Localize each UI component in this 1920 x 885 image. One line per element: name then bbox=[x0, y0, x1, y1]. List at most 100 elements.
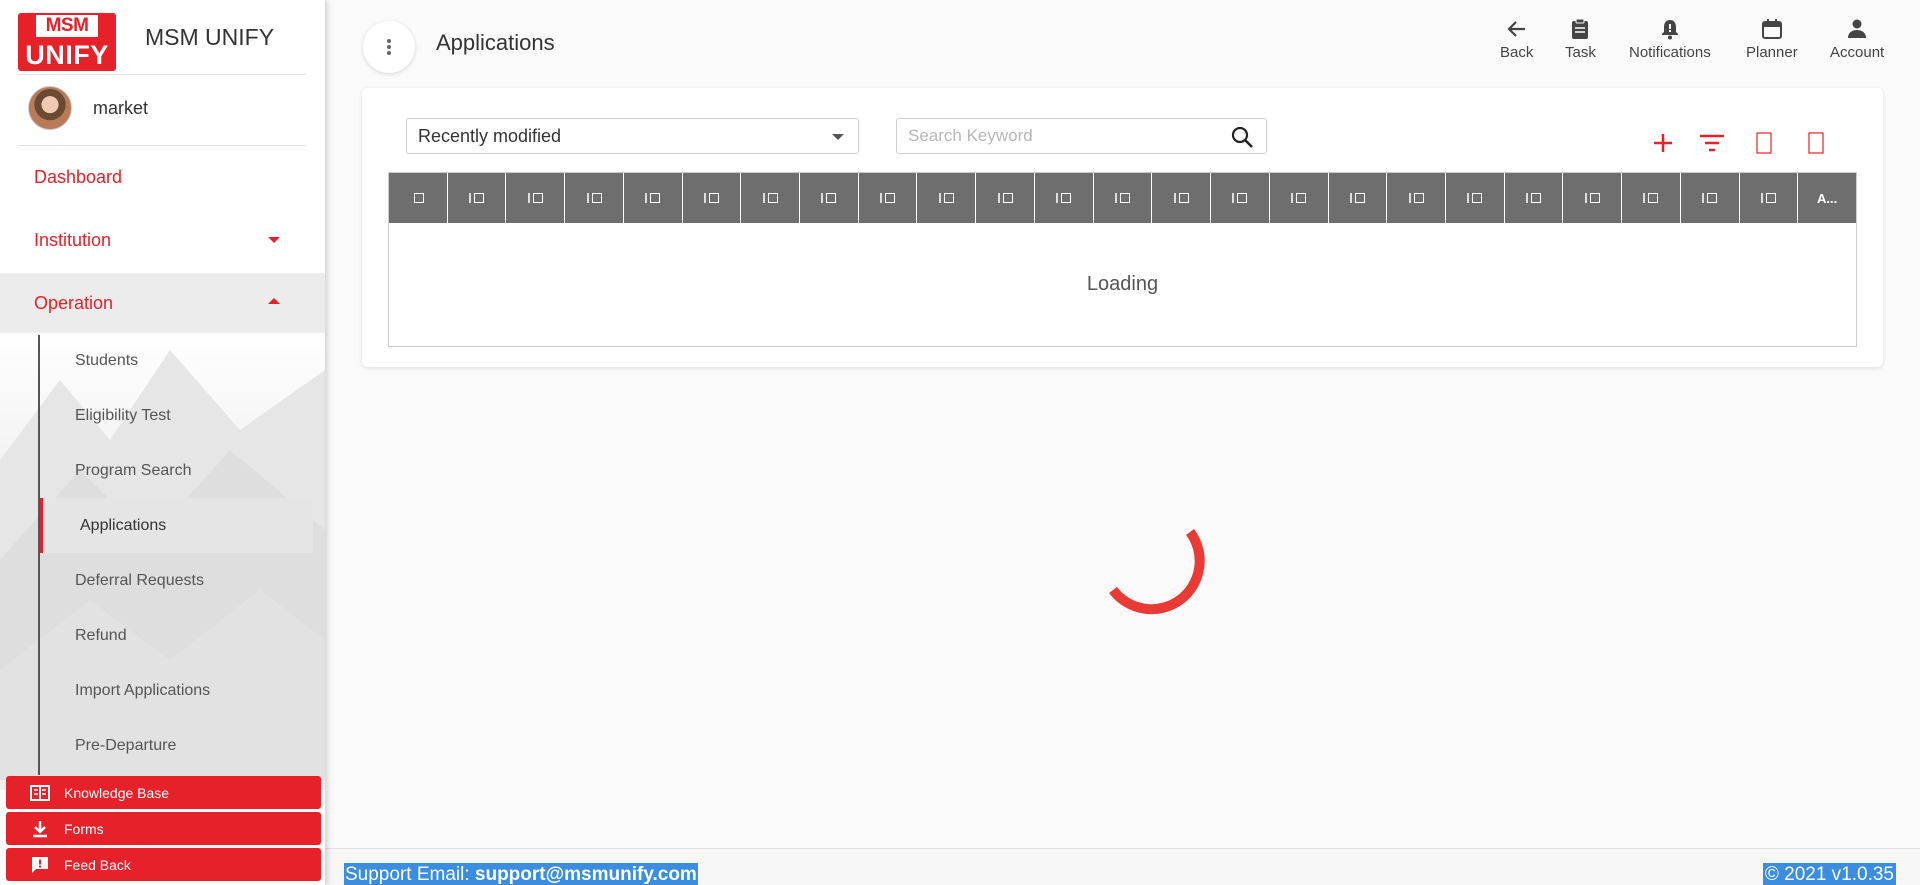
user-profile[interactable]: market bbox=[28, 86, 148, 130]
column-resize-handle[interactable] bbox=[938, 193, 941, 203]
grid-column-header[interactable] bbox=[683, 173, 742, 223]
sidebar-item-deferral-requests[interactable]: Deferral Requests bbox=[40, 553, 313, 608]
notifications-button[interactable]: Notifications bbox=[1629, 18, 1711, 61]
grid-column-header[interactable] bbox=[1622, 173, 1681, 223]
nav-item-institution[interactable]: Institution bbox=[0, 210, 325, 270]
search-input[interactable] bbox=[897, 119, 1217, 153]
sidebar-item-program-search[interactable]: Program Search bbox=[40, 443, 313, 498]
column-resize-handle[interactable] bbox=[821, 193, 824, 203]
grid-column-header[interactable] bbox=[1270, 173, 1329, 223]
column-resize-handle[interactable] bbox=[586, 193, 589, 203]
grid-column-header[interactable]: A... bbox=[1798, 173, 1856, 223]
grid-column-header[interactable] bbox=[800, 173, 859, 223]
grid-column-header[interactable] bbox=[565, 173, 624, 223]
column-resize-handle[interactable] bbox=[1056, 193, 1059, 203]
nav-item-dashboard[interactable]: Dashboard bbox=[0, 147, 325, 207]
task-button[interactable]: Task bbox=[1565, 18, 1596, 61]
more-menu-button[interactable] bbox=[363, 21, 415, 73]
sidebar-item-eligibility-test[interactable]: Eligibility Test bbox=[40, 388, 313, 443]
print-icon[interactable] bbox=[1808, 132, 1824, 154]
sidebar-item-import-applications[interactable]: Import Applications bbox=[40, 663, 313, 718]
planner-label: Planner bbox=[1746, 44, 1798, 61]
grid-column-header[interactable] bbox=[1446, 173, 1505, 223]
brand-logo[interactable]: MSM UNIFY bbox=[18, 12, 116, 72]
grid-header: A... bbox=[389, 173, 1856, 223]
person-icon bbox=[1848, 19, 1867, 38]
column-checkbox-icon bbox=[943, 193, 954, 203]
feedback-icon bbox=[30, 855, 50, 875]
sidebar-item-label: Eligibility Test bbox=[75, 406, 171, 424]
grid-column-header[interactable] bbox=[1152, 173, 1212, 223]
back-button[interactable]: Back bbox=[1500, 18, 1533, 61]
column-checkbox-icon bbox=[708, 193, 719, 203]
logo-text-top: MSM bbox=[36, 15, 98, 37]
column-resize-handle[interactable] bbox=[1173, 193, 1176, 203]
column-resize-handle[interactable] bbox=[997, 193, 1000, 203]
loading-text: Loading bbox=[1086, 273, 1159, 295]
support-email-link[interactable]: support@msmunify.com bbox=[475, 864, 697, 885]
support-label: Support Email: bbox=[345, 864, 470, 885]
filter-icon[interactable] bbox=[1699, 132, 1725, 154]
grid-column-header[interactable] bbox=[1505, 173, 1564, 223]
column-resize-handle[interactable] bbox=[469, 193, 472, 203]
column-resize-handle[interactable] bbox=[1232, 193, 1235, 203]
column-resize-handle[interactable] bbox=[703, 193, 706, 203]
search-field[interactable] bbox=[896, 118, 1267, 154]
column-resize-handle[interactable] bbox=[645, 193, 648, 203]
grid-column-header[interactable] bbox=[1329, 173, 1388, 223]
planner-button[interactable]: Planner bbox=[1746, 18, 1798, 61]
grid-column-header[interactable] bbox=[1681, 173, 1740, 223]
column-resize-handle[interactable] bbox=[1584, 193, 1587, 203]
export-icon[interactable] bbox=[1756, 132, 1772, 154]
grid-column-header[interactable] bbox=[1211, 173, 1270, 223]
sidebar-item-applications[interactable]: Applications bbox=[40, 498, 313, 553]
column-resize-handle[interactable] bbox=[1114, 193, 1117, 203]
column-resize-handle[interactable] bbox=[1467, 193, 1470, 203]
grid-column-header[interactable] bbox=[1563, 173, 1623, 223]
forms-button[interactable]: Forms bbox=[6, 812, 321, 845]
sidebar-item-pre-departure[interactable]: Pre-Departure bbox=[40, 718, 313, 773]
account-button[interactable]: Account bbox=[1830, 18, 1884, 61]
sort-dropdown[interactable]: Recently modified bbox=[406, 118, 859, 154]
column-resize-handle[interactable] bbox=[1408, 193, 1411, 203]
msm-unify-logo: MSM UNIFY bbox=[18, 13, 116, 71]
caret-down-icon bbox=[268, 237, 280, 243]
knowledge-base-label: Knowledge Base bbox=[64, 784, 170, 801]
version-text: © 2021 v1.0.35 bbox=[1762, 863, 1896, 885]
grid-column-header[interactable] bbox=[506, 173, 566, 223]
column-resize-handle[interactable] bbox=[527, 193, 530, 203]
grid-column-header[interactable] bbox=[624, 173, 683, 223]
column-checkbox-icon bbox=[1237, 193, 1248, 203]
feedback-button[interactable]: Feed Back bbox=[6, 848, 321, 881]
column-resize-handle[interactable] bbox=[1760, 193, 1763, 203]
column-resize-handle[interactable] bbox=[1526, 193, 1529, 203]
knowledge-base-button[interactable]: Knowledge Base bbox=[6, 776, 321, 809]
column-checkbox-icon bbox=[1178, 193, 1189, 203]
sidebar: MSM UNIFY MSM UNIFY market Dashboard Ins… bbox=[0, 0, 325, 885]
grid-column-header[interactable] bbox=[448, 173, 507, 223]
column-resize-handle[interactable] bbox=[1702, 193, 1705, 203]
sidebar-item-students[interactable]: Students bbox=[40, 333, 313, 388]
column-checkbox-icon bbox=[1061, 193, 1072, 203]
grid-column-header[interactable] bbox=[917, 173, 977, 223]
column-resize-handle[interactable] bbox=[1643, 193, 1646, 203]
nav-item-operation[interactable]: Operation bbox=[0, 273, 325, 333]
column-resize-handle[interactable] bbox=[880, 193, 883, 203]
grid-column-header[interactable] bbox=[1094, 173, 1153, 223]
sidebar-item-refund[interactable]: Refund bbox=[40, 608, 313, 663]
add-icon[interactable] bbox=[1652, 132, 1674, 154]
column-resize-handle[interactable] bbox=[1291, 193, 1294, 203]
grid-column-header[interactable] bbox=[1035, 173, 1094, 223]
page-title: Applications bbox=[436, 30, 555, 55]
column-resize-handle[interactable] bbox=[762, 193, 765, 203]
grid-column-header[interactable] bbox=[741, 173, 801, 223]
column-resize-handle[interactable] bbox=[1349, 193, 1352, 203]
grid-column-header[interactable] bbox=[976, 173, 1035, 223]
search-icon[interactable] bbox=[1230, 125, 1254, 149]
grid-column-header[interactable] bbox=[1740, 173, 1799, 223]
grid-column-header[interactable] bbox=[389, 173, 448, 223]
grid-column-header[interactable] bbox=[859, 173, 918, 223]
column-checkbox-icon bbox=[1296, 193, 1307, 203]
column-checkbox-icon bbox=[1354, 193, 1365, 203]
grid-column-header[interactable] bbox=[1387, 173, 1446, 223]
